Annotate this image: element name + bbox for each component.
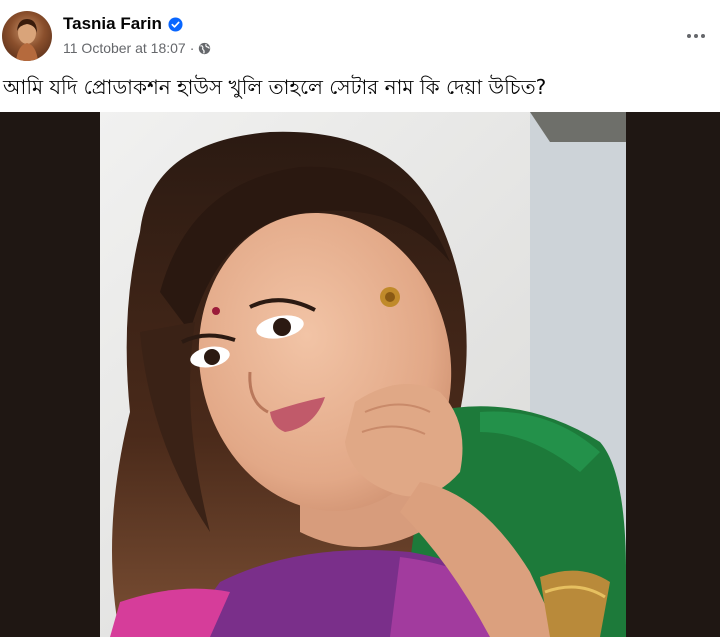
post-caption: আমি যদি প্রোডাকশন হাউস খুলি তাহলে সেটার … [3,75,547,99]
post-media[interactable] [0,112,720,637]
post-photo[interactable] [100,112,626,637]
globe-icon[interactable] [198,42,211,55]
more-dot [701,34,705,38]
more-dot [694,34,698,38]
author-block: Tasnia Farin [63,14,183,34]
portrait-photo-image [100,112,626,637]
post-header: Tasnia Farin 11 October at 18:07 · [0,0,720,66]
facebook-post: Tasnia Farin 11 October at 18:07 · আমি য… [0,0,720,637]
post-timestamp[interactable]: 11 October at 18:07 [63,40,186,56]
avatar-portrait-image [16,19,38,61]
meta-separator: · [189,40,195,56]
verified-badge-icon [168,16,183,32]
post-meta: 11 October at 18:07 · [63,40,211,56]
more-dot [687,34,691,38]
author-avatar[interactable] [2,11,52,61]
more-options-icon[interactable] [682,24,710,48]
author-name[interactable]: Tasnia Farin [63,14,162,34]
